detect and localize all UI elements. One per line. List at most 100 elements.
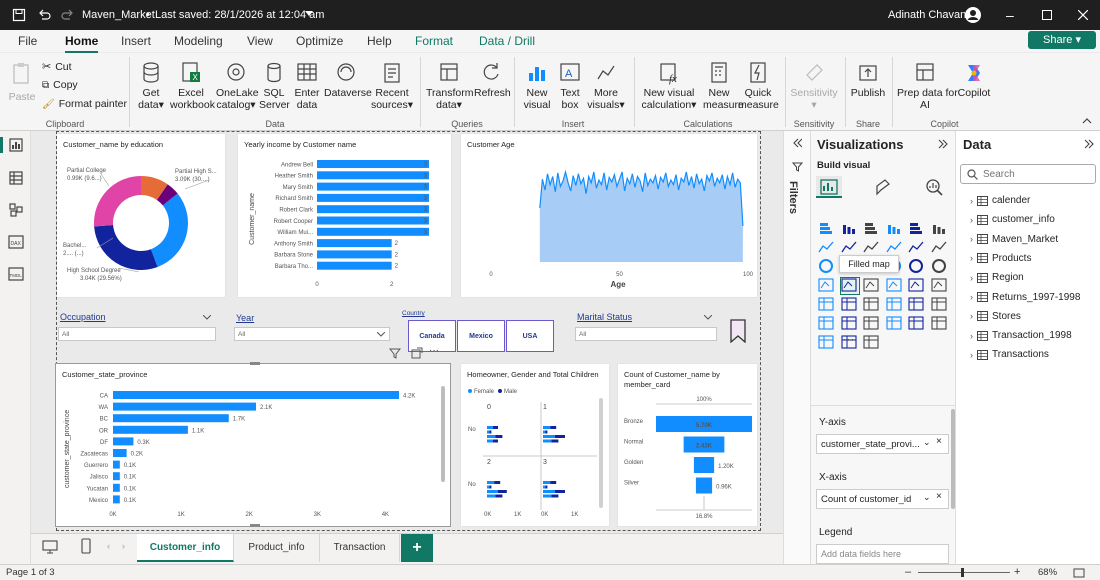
state-province-chart[interactable]: customer_state_province CA 4.2K WA 2.1K BC 1.… [56, 364, 450, 526]
donut-slice[interactable] [94, 176, 141, 227]
matrix-icon[interactable] [885, 297, 904, 313]
expand-chevron-icon[interactable]: › [970, 292, 973, 302]
bar-male[interactable] [497, 490, 507, 493]
expand-chevron-icon[interactable]: › [970, 331, 973, 341]
more-options-icon[interactable]: ··· [429, 345, 439, 356]
report-view-icon[interactable] [9, 138, 23, 152]
dax-query-icon[interactable]: DAX [8, 235, 24, 249]
power-automate-icon[interactable] [818, 335, 836, 351]
homeowner-card[interactable]: Homeowner, Gender and Total Children Fem… [461, 364, 609, 526]
bar[interactable] [113, 483, 120, 492]
bar[interactable] [113, 391, 399, 399]
expand-chevron-icon[interactable]: › [970, 196, 973, 206]
paginated-icon[interactable] [908, 316, 926, 332]
search-input[interactable] [983, 167, 1091, 181]
desktop-layout-icon[interactable] [42, 540, 58, 554]
bar-male[interactable] [550, 481, 557, 484]
get-data-button[interactable]: Get data▾ [135, 61, 167, 111]
bar-female[interactable] [543, 490, 555, 493]
treemap-icon[interactable] [931, 259, 949, 275]
prev-page-icon[interactable]: ‹ [107, 541, 110, 551]
redo-icon[interactable] [61, 8, 75, 22]
file-name[interactable]: Maven_Market [82, 9, 155, 21]
line-clustered-column-icon[interactable] [908, 240, 926, 256]
bar-female[interactable] [543, 439, 552, 443]
zoom-in-icon[interactable]: + [1014, 566, 1020, 578]
area-icon[interactable] [840, 240, 859, 256]
table-icon[interactable] [863, 297, 881, 313]
add-page-button[interactable]: + [401, 534, 433, 562]
bar[interactable] [113, 472, 120, 481]
bar[interactable] [317, 171, 429, 180]
filter-icon[interactable] [389, 347, 401, 359]
bar[interactable] [317, 193, 429, 202]
share-button[interactable]: Share ▾ [1028, 31, 1096, 49]
expand-chevron-icon[interactable]: › [970, 234, 973, 244]
paste-button[interactable]: Paste [8, 61, 36, 103]
chevron-down-icon[interactable] [377, 332, 385, 337]
table-item[interactable]: › Transactions [970, 349, 1049, 360]
tab-insert[interactable]: Insert [121, 34, 151, 48]
remove-field-icon[interactable]: × [936, 491, 942, 502]
format-visual-icon[interactable] [873, 178, 891, 196]
bar[interactable] [113, 425, 188, 434]
clustered-column-icon[interactable] [886, 221, 904, 237]
sensitivity-button[interactable]: Sensitivity ▾ [790, 61, 838, 111]
new-measure-button[interactable]: New measure [703, 61, 744, 111]
bar-male[interactable] [555, 490, 565, 493]
tab-optimize[interactable]: Optimize [296, 34, 343, 48]
bar-male[interactable] [495, 435, 503, 438]
bar[interactable] [317, 250, 392, 259]
bar[interactable] [317, 261, 392, 270]
expand-chevron-icon[interactable]: › [970, 215, 973, 225]
table-view-icon[interactable] [9, 171, 23, 185]
excel-workbook-button[interactable]: X Excel workbook [170, 61, 215, 111]
bar-male[interactable] [551, 494, 559, 498]
donut-icon[interactable] [908, 259, 926, 275]
prep-data-ai-button[interactable]: Prep data for AI [897, 61, 958, 111]
bar[interactable] [113, 402, 256, 411]
funnel-bar[interactable] [695, 477, 713, 494]
qa-icon[interactable] [863, 316, 881, 332]
100-bar-icon[interactable] [908, 221, 926, 237]
chevron-down-icon[interactable]: ⌄ [923, 437, 931, 448]
homeowner-chart[interactable]: Female Male 0 1 2 3 No No 0K 1K 0K 1K [461, 364, 609, 526]
bar[interactable] [317, 182, 429, 191]
legend-field[interactable]: Add data fields here [816, 544, 949, 564]
r-visual-icon[interactable] [908, 297, 926, 313]
customer-age-chart[interactable]: Age 0 50 100 [461, 134, 757, 297]
marital-dropdown[interactable]: All [575, 327, 717, 341]
bar-male[interactable] [495, 494, 503, 498]
tab-home[interactable]: Home [65, 34, 99, 53]
minimize-icon[interactable]: – [1006, 7, 1014, 23]
bar-female[interactable] [543, 430, 546, 434]
ribbon-icon[interactable] [930, 240, 949, 256]
bar-male[interactable] [489, 430, 492, 434]
donut-chart-card[interactable]: Customer_name by education Partial Colle… [57, 134, 225, 297]
format-painter-button[interactable]: 🖌 Format painter [42, 98, 127, 110]
country-button-usa[interactable]: USA [506, 320, 554, 352]
filters-pane-collapsed[interactable]: Filters [783, 131, 810, 564]
table-item[interactable]: › Returns_1997-1998 [970, 292, 1080, 303]
bar-female[interactable] [487, 494, 496, 498]
100-column-icon[interactable] [931, 221, 949, 237]
member-card-funnel-card[interactable]: Count of Customer_name by member_card 100… [618, 364, 757, 526]
tab-view[interactable]: View [247, 34, 273, 48]
table-item[interactable]: › customer_info [970, 214, 1055, 225]
stacked-column-icon[interactable] [841, 221, 859, 237]
map-icon[interactable] [818, 278, 836, 294]
bar[interactable] [113, 460, 120, 469]
zoom-slider[interactable] [918, 572, 1010, 573]
bar-male[interactable] [545, 485, 548, 489]
decomposition-tree-icon[interactable] [840, 316, 859, 332]
sql-server-button[interactable]: SQL Server [259, 61, 290, 111]
saved-status[interactable]: Last saved: 28/1/2026 at 12:04 am [155, 9, 324, 21]
yearly-income-card[interactable]: Yearly income by Customer name Customer_… [238, 134, 451, 297]
table-item[interactable]: › Region [970, 272, 1024, 283]
copy-button[interactable]: ⧉ Copy [42, 79, 78, 91]
zoom-out-icon[interactable]: – [905, 566, 911, 578]
save-icon[interactable] [12, 8, 26, 22]
refresh-button[interactable]: Refresh [474, 61, 511, 99]
power-apps-icon[interactable] [930, 316, 949, 332]
build-visual-tab[interactable] [816, 176, 842, 198]
